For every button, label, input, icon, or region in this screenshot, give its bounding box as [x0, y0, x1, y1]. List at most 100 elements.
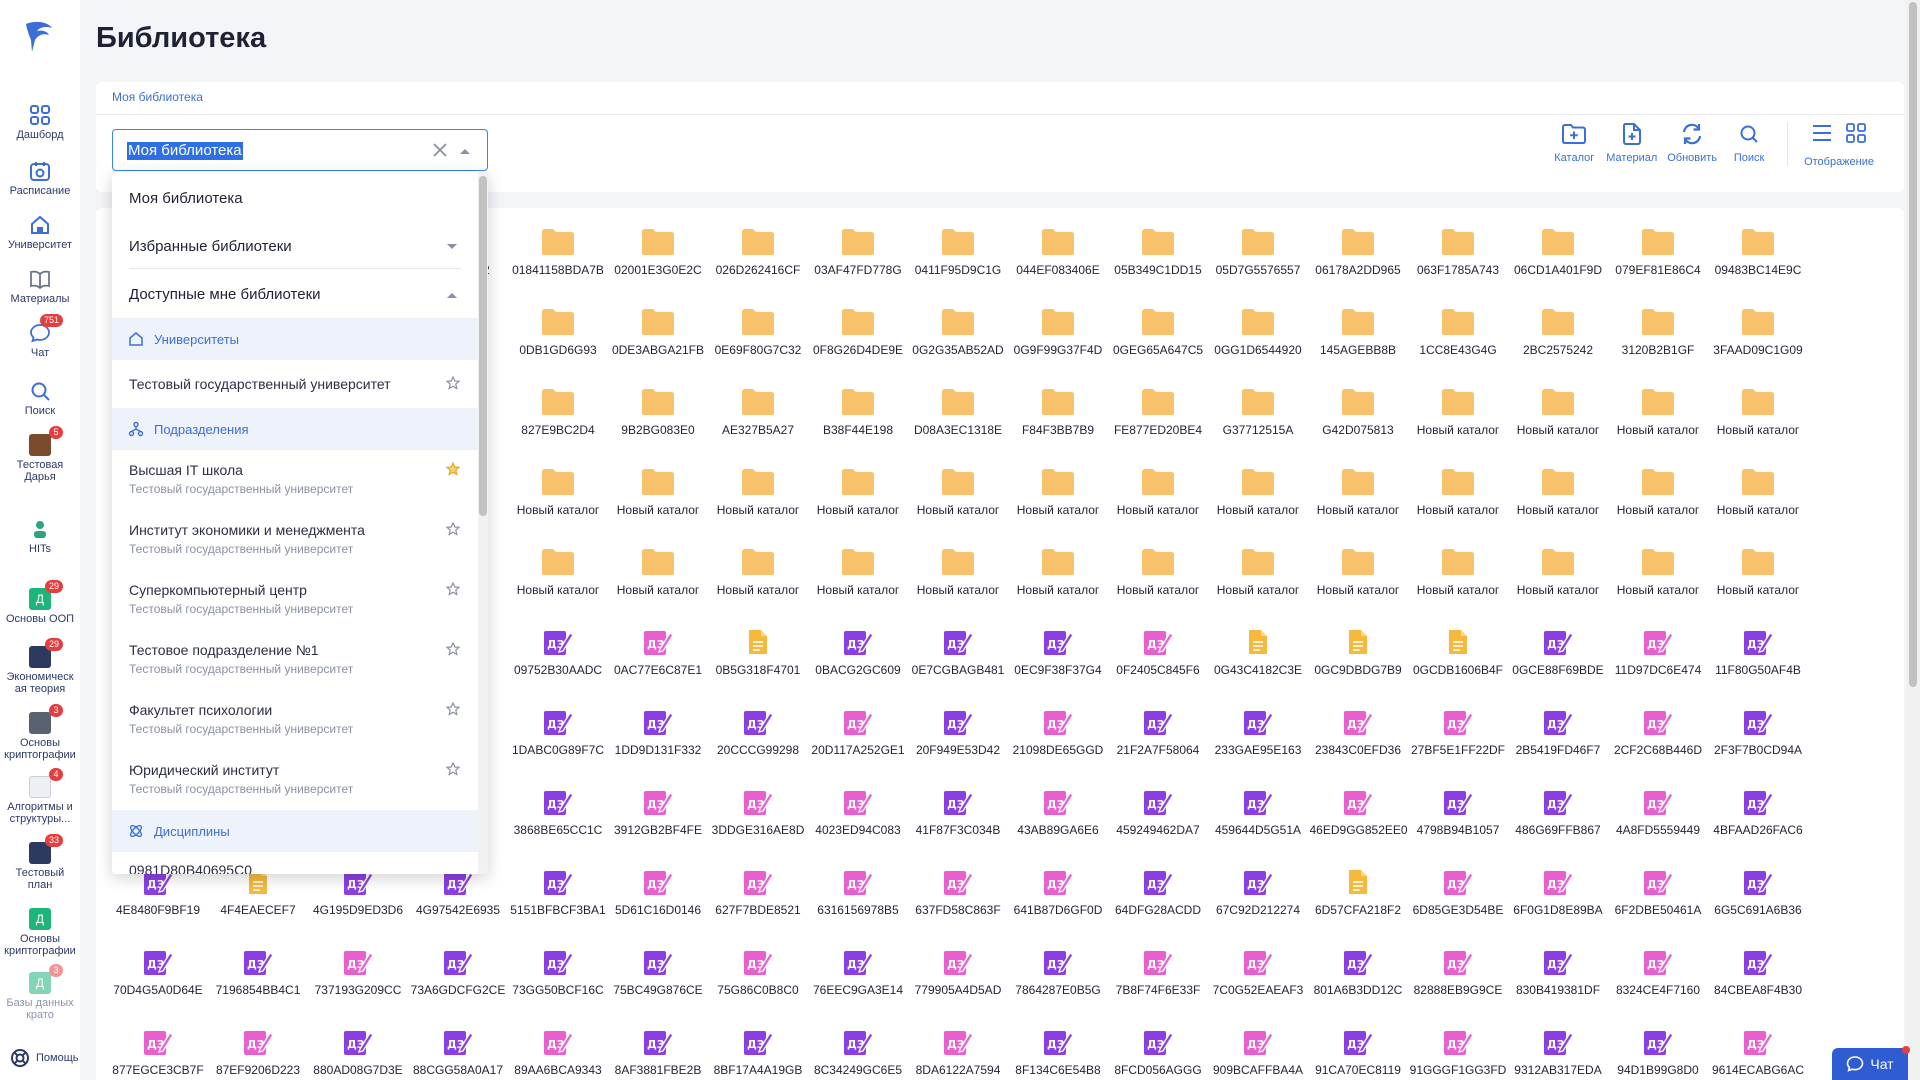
material-item[interactable]: ДЗ 41F87F3C034B [908, 784, 1008, 864]
sidebar-item-university[interactable]: Университет [0, 214, 80, 251]
help-button[interactable]: Помощь [10, 1048, 79, 1068]
material-item[interactable]: ДЗ 20D117A252GE1 [808, 704, 908, 784]
material-item[interactable]: 6D57CFA218F2 [1308, 864, 1408, 944]
dd-my-library[interactable]: Моя библиотека [112, 190, 478, 207]
material-item[interactable]: ДЗ 3912GB2BF4FE [608, 784, 708, 864]
material-item[interactable]: ДЗ 75G86C0B8C0 [708, 944, 808, 1024]
material-item[interactable]: ДЗ 3DDGE316AE8D [708, 784, 808, 864]
material-item[interactable]: ДЗ 8324CE4F7160 [1608, 944, 1708, 1024]
sidebar-course-crypto[interactable]: 3 Основы криптографии [0, 704, 80, 761]
catalog-item[interactable]: 079EF81E86C4 [1608, 224, 1708, 304]
material-item[interactable]: ДЗ 486G69FFB867 [1508, 784, 1608, 864]
catalog-item[interactable]: 02001E3G0E2C [608, 224, 708, 304]
material-item[interactable]: ДЗ 1DD9D131F332 [608, 704, 708, 784]
dd-option-department[interactable]: Факультет психологии Тестовый государств… [112, 702, 478, 736]
catalog-item[interactable]: Новый каталог [1408, 464, 1508, 544]
sidebar-course-databases[interactable]: Д3 Базы данных крато [0, 964, 80, 1021]
material-item[interactable]: ДЗ 459644D5G51A [1208, 784, 1308, 864]
material-item[interactable]: ДЗ 2F3F7B0CD94A [1708, 704, 1808, 784]
catalog-item[interactable]: Новый каталог [508, 464, 608, 544]
material-item[interactable]: ДЗ 801A6B3DD12C [1308, 944, 1408, 1024]
material-item[interactable]: ДЗ 6D85GE3D54BE [1408, 864, 1508, 944]
star-icon[interactable] [446, 642, 460, 656]
material-item[interactable]: ДЗ 0E7CGBAGB481 [908, 624, 1008, 704]
material-item[interactable]: ДЗ 8C34249GC6E5 [808, 1024, 908, 1080]
catalog-item[interactable]: 1CC8E43G4G [1408, 304, 1508, 384]
material-item[interactable]: ДЗ 641B87D6GF0D [1008, 864, 1108, 944]
catalog-item[interactable]: 09483BC14E9C [1708, 224, 1808, 304]
catalog-item[interactable]: 0F8G26D4DE9E [808, 304, 908, 384]
material-item[interactable]: ДЗ 880AD08G7D3E [308, 1024, 408, 1080]
list-view-icon[interactable] [1811, 122, 1833, 144]
catalog-item[interactable]: 2BC2575242 [1508, 304, 1608, 384]
material-item[interactable]: ДЗ 4798B94B1057 [1408, 784, 1508, 864]
catalog-item[interactable]: 063F1785A743 [1408, 224, 1508, 304]
material-item[interactable]: ДЗ 779905A4D5AD [908, 944, 1008, 1024]
catalog-item[interactable]: Новый каталог [1108, 544, 1208, 624]
catalog-item[interactable]: Новый каталог [1208, 464, 1308, 544]
material-item[interactable]: ДЗ 67C92D212274 [1208, 864, 1308, 944]
material-item[interactable]: ДЗ 87EF9206D223 [208, 1024, 308, 1080]
catalog-item[interactable]: Новый каталог [1008, 464, 1108, 544]
clear-icon[interactable] [431, 141, 449, 159]
material-item[interactable]: ДЗ 9614ECABG6AC [1708, 1024, 1808, 1080]
library-select[interactable]: Моя библиотека [112, 129, 488, 171]
material-item[interactable]: ДЗ 82888EB9G9CE [1408, 944, 1508, 1024]
catalog-item[interactable]: 827E9BC2D4 [508, 384, 608, 464]
catalog-item[interactable]: 01841158BDA7B [508, 224, 608, 304]
catalog-item[interactable]: Новый каталог [1508, 384, 1608, 464]
dd-option-department[interactable]: Юридический институт Тестовый государств… [112, 762, 478, 796]
material-item[interactable]: ДЗ 830B419381DF [1508, 944, 1608, 1024]
material-item[interactable]: 0G43C4182C3E [1208, 624, 1308, 704]
star-icon[interactable] [446, 582, 460, 596]
material-item[interactable]: ДЗ 11F80G50AF4B [1708, 624, 1808, 704]
material-item[interactable]: ДЗ 909BCAFFBA4A [1208, 1024, 1308, 1080]
material-item[interactable]: ДЗ 627F7BDE8521 [708, 864, 808, 944]
catalog-item[interactable]: 06CD1A401F9D [1508, 224, 1608, 304]
catalog-item[interactable]: 145AGEBB8B [1308, 304, 1408, 384]
sidebar-item-materials[interactable]: Материалы [0, 268, 80, 305]
catalog-item[interactable]: F84F3BB7B9 [1008, 384, 1108, 464]
material-item[interactable]: ДЗ 7B8F74F6E33F [1108, 944, 1208, 1024]
dd-option-department[interactable]: Тестовое подразделение №1 Тестовый госуд… [112, 642, 478, 676]
material-item[interactable]: ДЗ 3868BE65CC1C [508, 784, 608, 864]
material-item[interactable]: ДЗ 0EC9F38F37G4 [1008, 624, 1108, 704]
view-toggle[interactable]: Отображение [1804, 122, 1874, 168]
material-item[interactable]: ДЗ 8FCD056AGGG [1108, 1024, 1208, 1080]
material-item[interactable]: ДЗ 637FD58C863F [908, 864, 1008, 944]
sidebar-course-oop[interactable]: Д 29 Основы ООП [0, 580, 80, 625]
chevron-up-icon[interactable] [459, 147, 471, 155]
material-item[interactable]: ДЗ 6G5C691A6B36 [1708, 864, 1808, 944]
breadcrumb[interactable]: Моя библиотека [112, 90, 203, 104]
catalog-item[interactable]: Новый каталог [1308, 464, 1408, 544]
material-item[interactable]: ДЗ 4G97542E6935 [408, 864, 508, 944]
catalog-item[interactable]: 0E69F80G7C32 [708, 304, 808, 384]
material-item[interactable]: ДЗ 94D1B99G8D0 [1608, 1024, 1708, 1080]
material-item[interactable]: 0GC9DBDG7B9 [1308, 624, 1408, 704]
material-item[interactable]: ДЗ 0GCE88F69BDE [1508, 624, 1608, 704]
catalog-item[interactable]: Новый каталог [1408, 544, 1508, 624]
dropdown-scrollbar[interactable] [478, 172, 488, 874]
star-icon[interactable] [446, 376, 460, 390]
catalog-item[interactable]: 0411F95D9C1G [908, 224, 1008, 304]
material-item[interactable]: ДЗ 21F2A7F58064 [1108, 704, 1208, 784]
dd-favorites[interactable]: Избранные библиотеки [112, 238, 478, 256]
material-item[interactable]: ДЗ 09752B30AADC [508, 624, 608, 704]
catalog-item[interactable]: Новый каталог [1708, 544, 1808, 624]
material-item[interactable]: ДЗ 4G195D9ED3D6 [308, 864, 408, 944]
material-item[interactable]: ДЗ 8AF3881FBE2B [608, 1024, 708, 1080]
library-select-value[interactable]: Моя библиотека [127, 142, 243, 160]
material-item[interactable]: ДЗ 737193G209CC [308, 944, 408, 1024]
material-item[interactable]: ДЗ 20F949E53D42 [908, 704, 1008, 784]
catalog-item[interactable]: Новый каталог [908, 464, 1008, 544]
catalog-item[interactable]: 06178A2DD965 [1308, 224, 1408, 304]
material-item[interactable]: ДЗ 76EEC9GA3E14 [808, 944, 908, 1024]
material-item[interactable]: ДЗ 4E8480F9BF19 [108, 864, 208, 944]
add-material-button[interactable]: Материал [1606, 122, 1657, 164]
page-scrollbar[interactable] [1906, 0, 1920, 1080]
catalog-item[interactable]: D08A3EC1318E [908, 384, 1008, 464]
material-item[interactable]: ДЗ 2CF2C68B446D [1608, 704, 1708, 784]
material-item[interactable]: ДЗ 4BFAAD26FAC6 [1708, 784, 1808, 864]
star-icon[interactable] [446, 522, 460, 536]
catalog-item[interactable]: Новый каталог [1508, 464, 1608, 544]
